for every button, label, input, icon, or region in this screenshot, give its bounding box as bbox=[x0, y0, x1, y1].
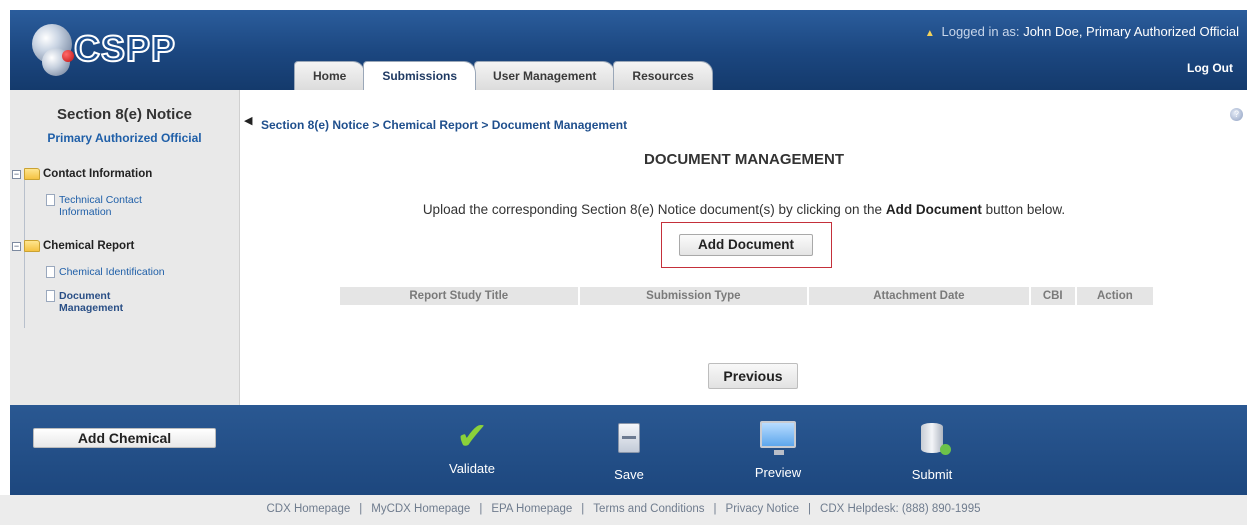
footer-separator: | bbox=[479, 503, 483, 515]
tab-submissions[interactable]: Submissions bbox=[363, 61, 477, 90]
column-header-cbi[interactable]: CBI bbox=[1030, 287, 1075, 305]
checkmark-icon: ✔ bbox=[456, 416, 488, 458]
submit-button[interactable]: Submit bbox=[897, 417, 967, 482]
collapse-sidebar-icon[interactable]: ◀ bbox=[244, 114, 252, 127]
logo-dot-icon bbox=[62, 50, 74, 62]
footer-link-mycdx-homepage[interactable]: MyCDX Homepage bbox=[371, 503, 470, 515]
footer-links: CDX Homepage | MyCDX Homepage | EPA Homepage… bbox=[0, 503, 1247, 515]
help-icon[interactable]: ? bbox=[1230, 108, 1243, 121]
tab-resources[interactable]: Resources bbox=[613, 61, 713, 90]
footer-separator: | bbox=[808, 503, 812, 515]
footer-separator: | bbox=[359, 503, 363, 515]
tree-item-document-management[interactable]: Document Management bbox=[46, 290, 216, 314]
documents-table: Report Study Title Submission Type Attac… bbox=[338, 285, 1155, 307]
validate-label: Validate bbox=[448, 461, 495, 476]
instruction-bold: Add Document bbox=[885, 202, 982, 217]
footer-link-terms[interactable]: Terms and Conditions bbox=[593, 503, 704, 515]
tree-group-contact-information: − Contact Information bbox=[12, 168, 152, 180]
validate-button[interactable]: ✔ Validate bbox=[437, 417, 507, 476]
main-tabs: Home Submissions User Management Resourc… bbox=[294, 61, 713, 90]
footer: CDX Homepage | MyCDX Homepage | EPA Homepage… bbox=[0, 495, 1247, 525]
sidebar: Section 8(e) Notice Primary Authorized O… bbox=[10, 90, 240, 405]
action-bar: Add Chemical ✔ Validate Save Preview Sub… bbox=[10, 405, 1247, 495]
column-header-submission-type[interactable]: Submission Type bbox=[579, 287, 808, 305]
save-button[interactable]: Save bbox=[594, 417, 664, 482]
save-icon bbox=[594, 423, 664, 463]
login-info: ▲ Logged in as: John Doe, Primary Author… bbox=[925, 24, 1239, 39]
login-user: John Doe, Primary Authorized Official bbox=[1023, 24, 1239, 39]
database-icon bbox=[897, 423, 967, 463]
document-icon bbox=[46, 266, 55, 278]
sidebar-title: Section 8(e) Notice bbox=[56, 106, 193, 123]
footer-link-privacy[interactable]: Privacy Notice bbox=[726, 503, 800, 515]
instruction-text: Upload the corresponding Section 8(e) No… bbox=[241, 202, 1247, 217]
tree-item-label[interactable]: Document Management bbox=[59, 290, 139, 314]
footer-separator: | bbox=[581, 503, 585, 515]
user-icon: ▲ bbox=[924, 28, 935, 39]
preview-label: Preview bbox=[754, 465, 802, 480]
tree-item-technical-contact[interactable]: Technical Contact Information bbox=[46, 194, 216, 218]
collapse-toggle-icon[interactable]: − bbox=[12, 169, 21, 179]
table-header-row: Report Study Title Submission Type Attac… bbox=[340, 287, 1153, 305]
tab-home[interactable]: Home bbox=[294, 61, 366, 90]
tree-group-chemical-report: − Chemical Report bbox=[12, 240, 134, 252]
tree-item-label[interactable]: Technical Contact Information bbox=[59, 194, 179, 218]
monitor-icon bbox=[743, 421, 813, 461]
instruction-prefix: Upload the corresponding Section 8(e) No… bbox=[422, 202, 883, 217]
footer-link-epa-homepage[interactable]: EPA Homepage bbox=[491, 503, 572, 515]
tree-group-label[interactable]: Contact Information bbox=[43, 168, 152, 180]
previous-button[interactable]: Previous bbox=[708, 363, 798, 389]
tab-user-management[interactable]: User Management bbox=[474, 61, 616, 90]
instruction-suffix: button below. bbox=[985, 202, 1066, 217]
column-header-action: Action bbox=[1076, 287, 1153, 305]
tree-item-chemical-identification[interactable]: Chemical Identification bbox=[46, 266, 165, 278]
submit-label: Submit bbox=[911, 467, 953, 482]
add-document-button[interactable]: Add Document bbox=[679, 234, 813, 256]
column-header-attachment-date[interactable]: Attachment Date bbox=[809, 287, 1029, 305]
tree-line bbox=[24, 170, 25, 248]
breadcrumb-path[interactable]: Section 8(e) Notice > Chemical Report > … bbox=[261, 118, 627, 132]
sidebar-subtitle: Primary Authorized Official bbox=[47, 131, 202, 145]
logout-link[interactable]: Log Out bbox=[1187, 61, 1233, 75]
page-title: DOCUMENT MANAGEMENT bbox=[644, 151, 844, 168]
cspp-logo[interactable]: CSPP bbox=[32, 20, 212, 80]
header-bar: CSPP ▲ Logged in as: John Doe, Primary A… bbox=[10, 10, 1247, 90]
main-content: ◀ ? Section 8(e) Notice > Chemical Repor… bbox=[241, 90, 1247, 405]
document-icon bbox=[46, 194, 55, 206]
logo-text: CSPP bbox=[73, 27, 177, 70]
add-chemical-button[interactable]: Add Chemical bbox=[33, 428, 216, 448]
folder-icon bbox=[24, 168, 40, 180]
preview-button[interactable]: Preview bbox=[743, 417, 813, 480]
folder-icon bbox=[24, 240, 40, 252]
tree-line bbox=[24, 248, 25, 328]
document-icon bbox=[46, 290, 55, 302]
column-header-report-study-title[interactable]: Report Study Title bbox=[340, 287, 578, 305]
login-prefix: Logged in as: bbox=[941, 24, 1020, 39]
breadcrumb: Section 8(e) Notice > Chemical Report > … bbox=[261, 118, 627, 132]
footer-link-helpdesk[interactable]: CDX Helpdesk: (888) 890-1995 bbox=[820, 503, 980, 515]
footer-link-cdx-homepage[interactable]: CDX Homepage bbox=[267, 503, 351, 515]
tree-group-label[interactable]: Chemical Report bbox=[43, 240, 134, 252]
tree-item-label[interactable]: Chemical Identification bbox=[59, 266, 165, 278]
footer-separator: | bbox=[713, 503, 717, 515]
collapse-toggle-icon[interactable]: − bbox=[12, 241, 21, 251]
save-label: Save bbox=[614, 467, 644, 482]
